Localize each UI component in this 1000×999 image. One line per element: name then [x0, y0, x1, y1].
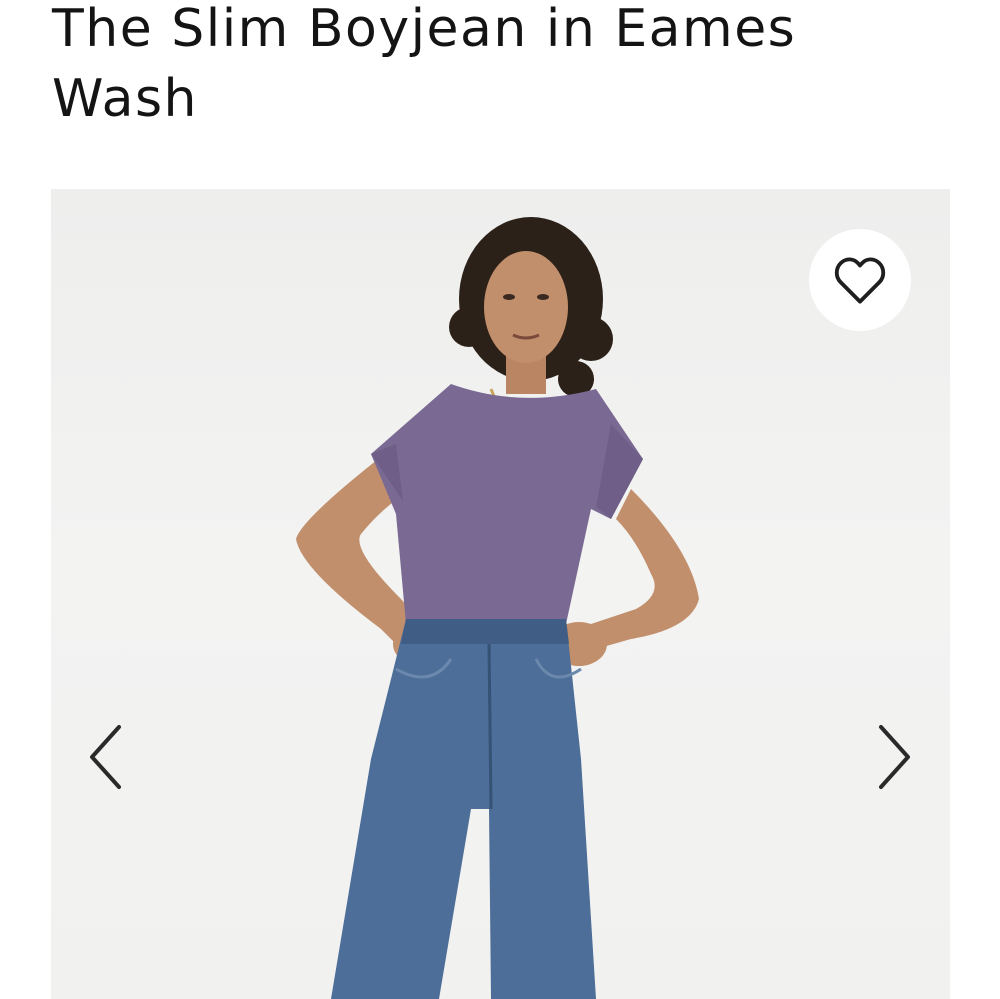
- previous-image-button[interactable]: [81, 722, 131, 792]
- heart-outline-icon: [834, 257, 886, 304]
- chevron-left-icon: [90, 725, 121, 789]
- product-title: The Slim Boyjean in Eames Wash: [52, 0, 797, 129]
- product-photo: [296, 217, 699, 999]
- chevron-right-icon: [879, 725, 910, 789]
- next-image-button[interactable]: [869, 722, 919, 792]
- favorite-button[interactable]: [809, 229, 911, 331]
- product-image-gallery[interactable]: [51, 189, 950, 999]
